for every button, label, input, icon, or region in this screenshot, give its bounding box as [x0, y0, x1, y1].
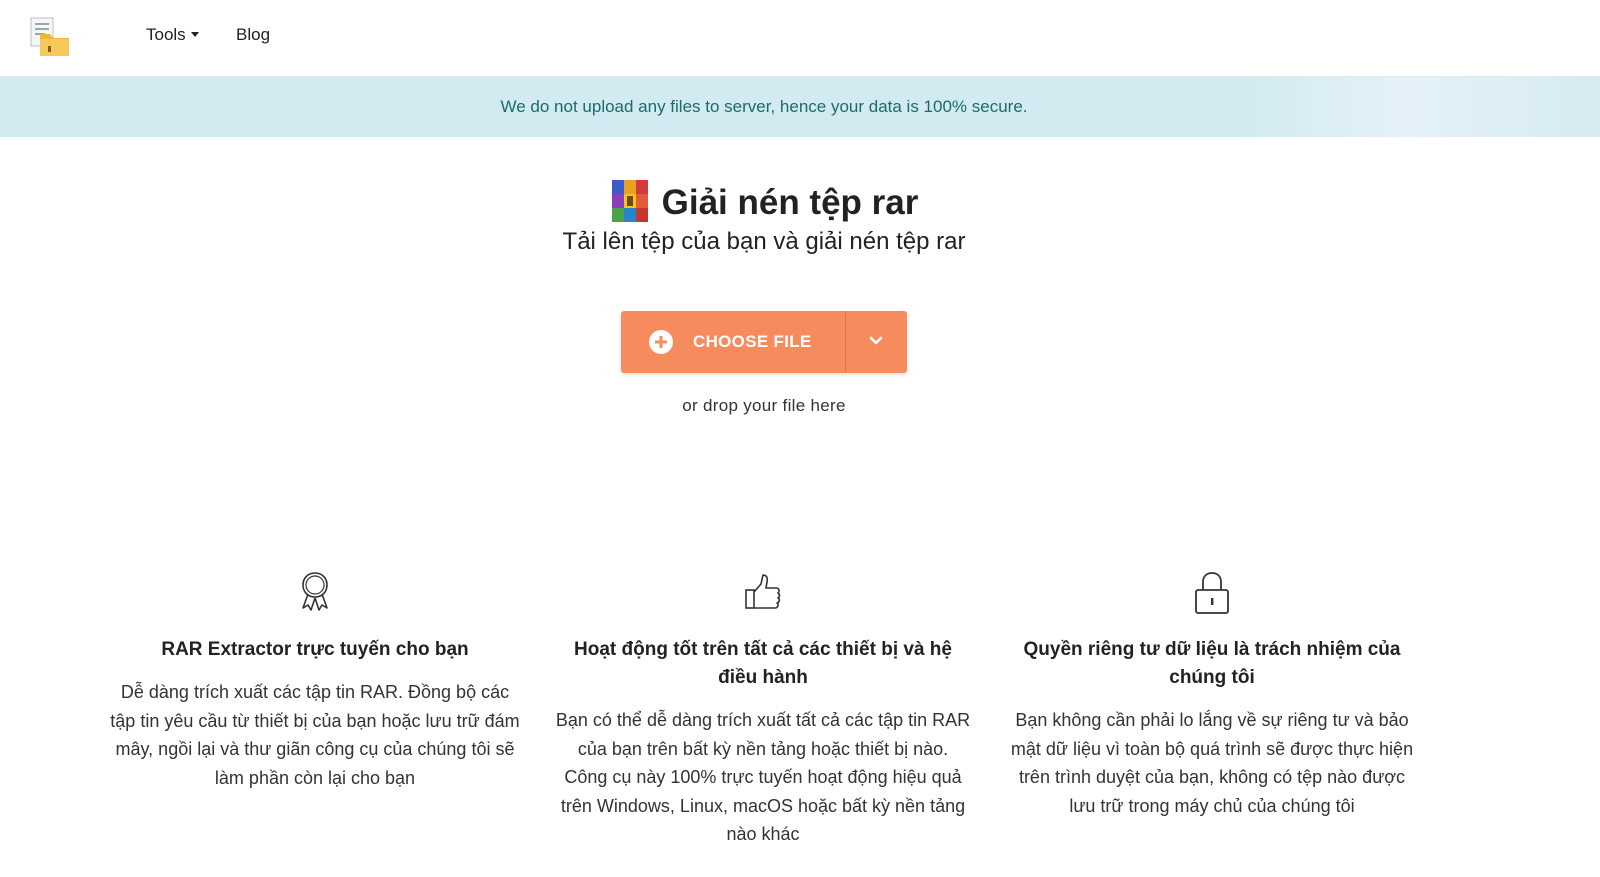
- choose-file-label: CHOOSE FILE: [693, 332, 812, 351]
- page-title-text: Giải nén tệp rar: [661, 183, 919, 222]
- tools-menu[interactable]: Tools: [146, 25, 199, 45]
- thumbs-up-icon: [745, 574, 781, 609]
- feature-data-privacy: Quyền riêng tư dữ liệu là trách nhiệm củ…: [1002, 570, 1422, 820]
- award-ribbon-icon: [302, 572, 328, 611]
- drop-file-hint: or drop your file here: [682, 396, 846, 415]
- rar-archive-icon: [611, 180, 648, 222]
- choose-file-button[interactable]: CHOOSE FILE: [621, 311, 845, 373]
- choose-file-split-button: CHOOSE FILE: [621, 311, 907, 373]
- page-subtitle: Tải lên tệp của bạn và giải nén tệp rar: [562, 228, 966, 255]
- top-navbar: Tools Blog: [0, 0, 1600, 77]
- chevron-down-icon: [869, 336, 883, 345]
- plus-circle-icon: [649, 330, 673, 354]
- feature-description: Dễ dàng trích xuất các tập tin RAR. Đồng…: [110, 682, 520, 788]
- feature-cross-platform: Hoạt động tốt trên tất cả các thiết bị v…: [553, 570, 973, 849]
- feature-description: Bạn có thể dễ dàng trích xuất tất cả các…: [555, 710, 971, 844]
- security-banner-text: We do not upload any files to server, he…: [500, 97, 1028, 116]
- feature-online-extractor: RAR Extractor trực tuyến cho bạn Dễ dàng…: [105, 570, 525, 792]
- padlock-icon: [1195, 572, 1229, 614]
- upload-source-dropdown-toggle[interactable]: [846, 311, 907, 373]
- tools-menu-label: Tools: [146, 25, 186, 44]
- feature-description: Bạn không cần phải lo lắng về sự riêng t…: [1010, 710, 1414, 816]
- feature-title: Quyền riêng tư dữ liệu là trách nhiệm củ…: [1023, 639, 1401, 688]
- security-banner: We do not upload any files to server, he…: [0, 77, 1600, 137]
- feature-title: RAR Extractor trực tuyến cho bạn: [161, 639, 469, 660]
- caret-down-icon: [190, 32, 199, 37]
- feature-title: Hoạt động tốt trên tất cả các thiết bị v…: [574, 639, 952, 688]
- page-title: Giải nén tệp rar: [0, 180, 1528, 223]
- archive-folder-logo-icon[interactable]: [28, 16, 72, 58]
- blog-link[interactable]: Blog: [236, 25, 270, 45]
